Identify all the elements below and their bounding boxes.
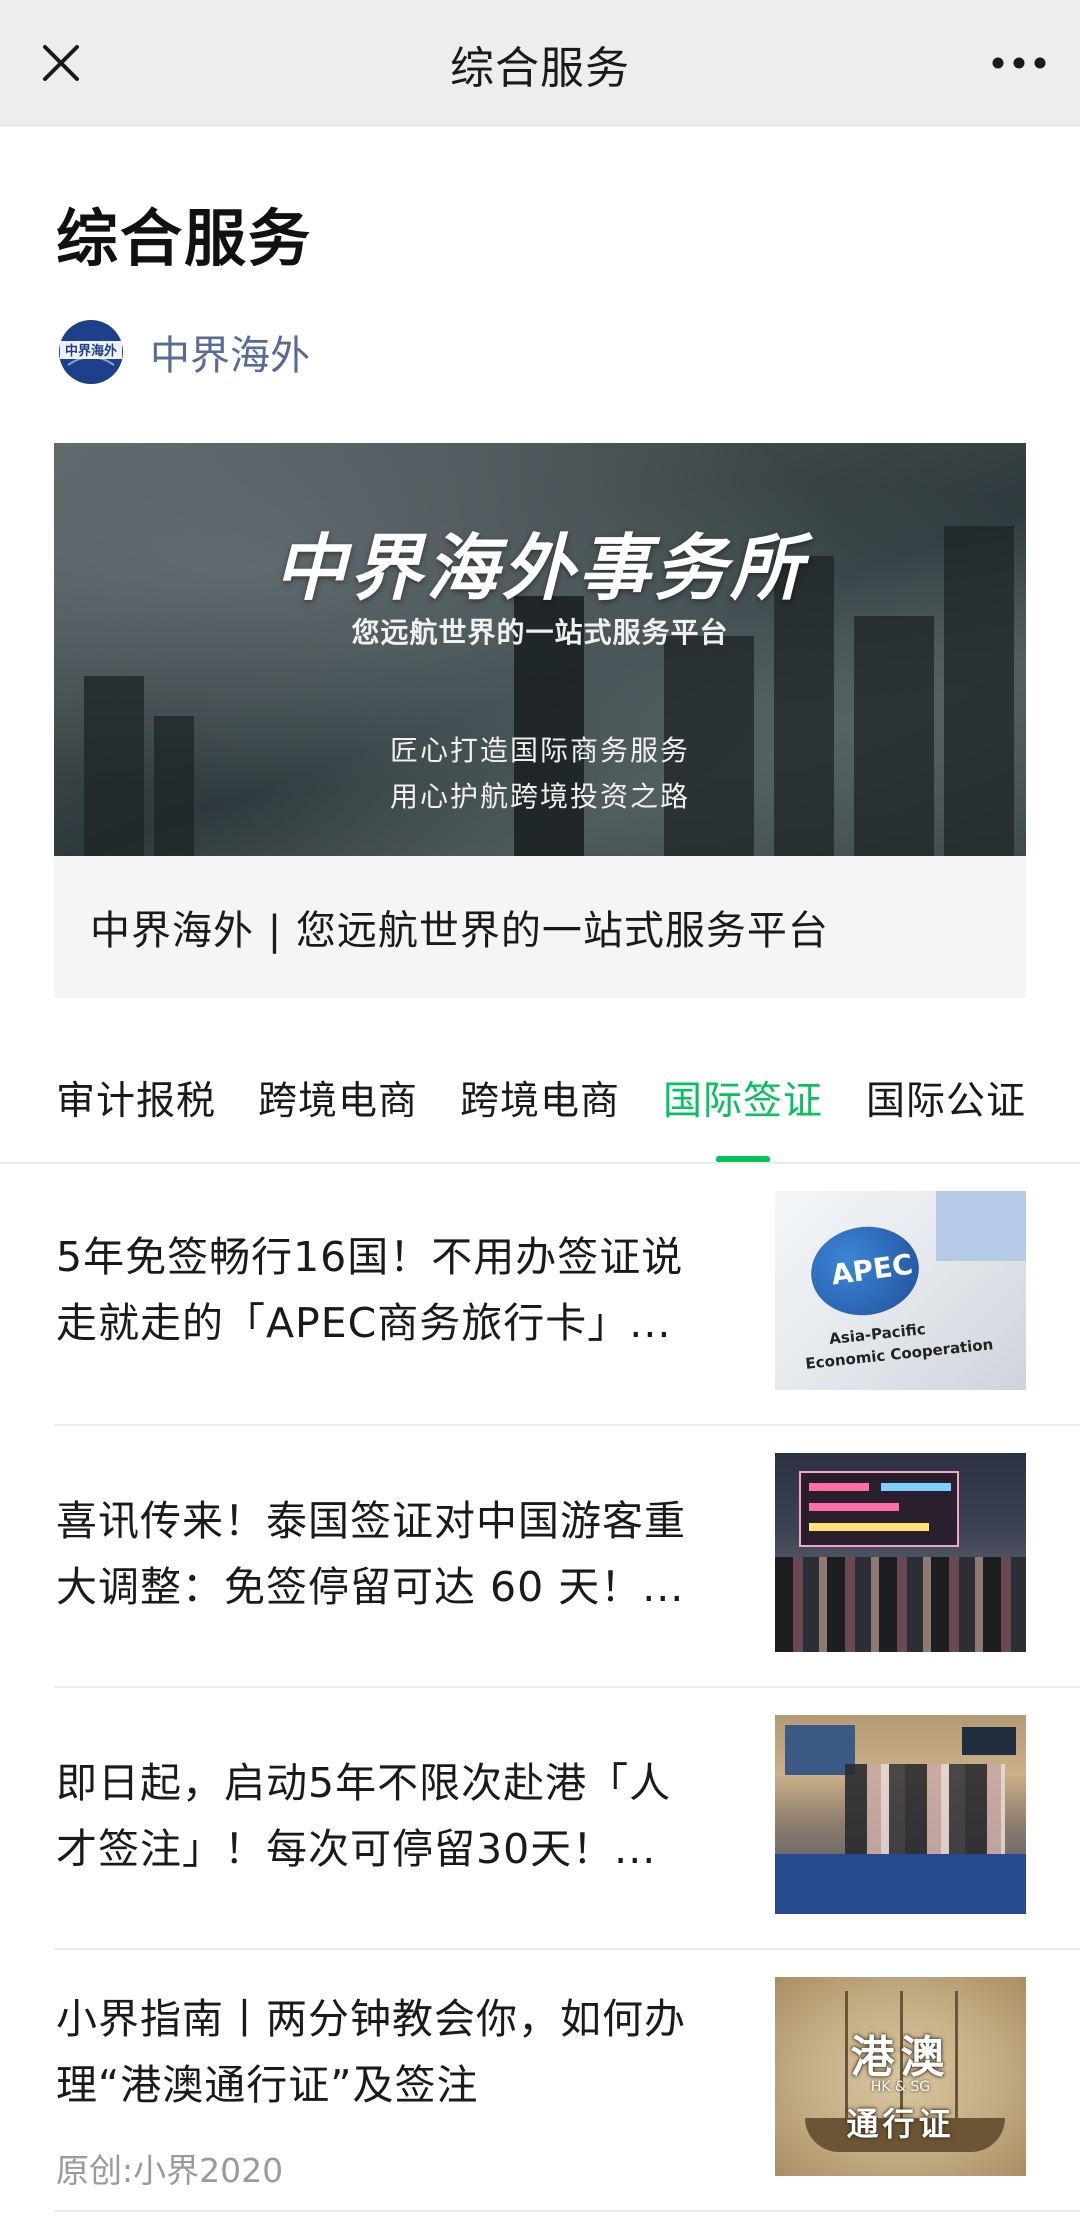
author-logo: 中界海外 (56, 317, 126, 387)
article-source: 原创:小界2020 (56, 2151, 284, 2190)
list-item[interactable]: 小界指南丨两分钟教会你，如何办 理“港澳通行证”及签注 原创:小界2020 港澳… (54, 1950, 1080, 2212)
page-title: 综合服务 (56, 202, 313, 275)
article-thumbnail: 港澳 HK & SG 通行证 (775, 1977, 1026, 2176)
article-title: 即日起，启动5年不限次赴港「人 才签注」！每次可停留30天！... (56, 1759, 672, 1873)
featured-article-card[interactable]: 中界海外事务所 您远航世界的一站式服务平台 匠心打造国际商务服务 用心护航跨境投… (54, 443, 1026, 998)
top-bar: 综合服务 (0, 0, 1080, 127)
article-thumbnail: APEC Asia-Pacific Economic Cooperation (775, 1191, 1026, 1390)
banner-headline: 中界海外事务所 (273, 525, 806, 610)
window-title: 综合服务 (450, 42, 630, 94)
close-icon[interactable] (28, 30, 94, 96)
tab-international-notary[interactable]: 国际公证 (866, 1070, 1026, 1126)
author-name[interactable]: 中界海外 (150, 323, 310, 381)
list-item[interactable]: 5年免签畅行16国！不用办签证说 走就走的「APEC商务旅行卡」... APEC… (54, 1164, 1080, 1426)
tab-international-visa[interactable]: 国际签证 (663, 1070, 823, 1126)
article-thumbnail (775, 1715, 1026, 1914)
featured-caption[interactable]: 中界海外 | 您远航世界的一站式服务平台 (90, 898, 829, 956)
tab-audit-tax[interactable]: 审计报税 (56, 1070, 216, 1126)
more-options-icon[interactable] (986, 30, 1052, 96)
featured-banner-image: 中界海外事务所 您远航世界的一站式服务平台 匠心打造国际商务服务 用心护航跨境投… (54, 443, 1026, 856)
article-title: 5年免签畅行16国！不用办签证说 走就走的「APEC商务旅行卡」... (56, 1233, 684, 1347)
banner-line-1: 匠心打造国际商务服务 (389, 734, 690, 767)
svg-text:中界海外: 中界海外 (65, 343, 117, 359)
category-tabs: 审计报税 跨境电商 跨境电商 国际签证 国际公证 (0, 1050, 1080, 1165)
article-title: 小界指南丨两分钟教会你，如何办 理“港澳通行证”及签注 (56, 1995, 686, 2109)
author-row[interactable]: 中界海外 中界海外 (56, 312, 310, 392)
banner-subtitle: 您远航世界的一站式服务平台 (351, 616, 729, 649)
tab-cross-border-ecommerce-2[interactable]: 跨境电商 (460, 1070, 620, 1126)
article-thumbnail (775, 1453, 1026, 1652)
article-title: 喜讯传来！泰国签证对中国游客重 大调整：免签停留可达 60 天！... (56, 1497, 686, 1611)
list-item[interactable]: 喜讯传来！泰国签证对中国游客重 大调整：免签停留可达 60 天！... (54, 1426, 1080, 1688)
tab-cross-border-ecommerce[interactable]: 跨境电商 (258, 1070, 418, 1126)
list-item[interactable]: 即日起，启动5年不限次赴港「人 才签注」！每次可停留30天！... (54, 1688, 1080, 1950)
banner-line-2: 用心护航跨境投资之路 (389, 780, 690, 813)
